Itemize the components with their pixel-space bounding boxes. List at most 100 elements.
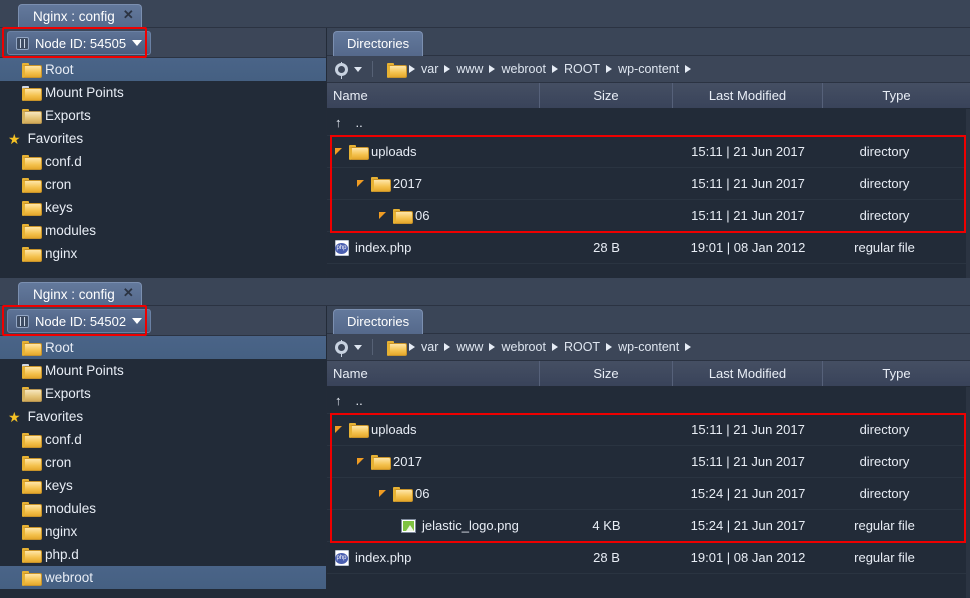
cell-name: uploads [327, 144, 540, 160]
tab-nginx-config[interactable]: Nginx : config ✕ [18, 4, 142, 28]
cell-name: 2017 [327, 176, 540, 192]
table-row[interactable]: jelastic_logo.png 4 KB 15:24 | 21 Jun 2017… [327, 510, 970, 542]
folder-exports-icon [22, 387, 38, 400]
node-toolbar: Node ID: 54505 [0, 27, 326, 58]
sidebar-item-exports[interactable]: Exports [0, 382, 326, 405]
file-name-label: uploads [371, 422, 417, 437]
breadcrumb-segment[interactable]: wp-content [618, 340, 679, 354]
sidebar-item-conf-d[interactable]: conf.d [0, 428, 326, 451]
expander-icon[interactable] [335, 148, 342, 155]
parent-dir-cell: ↑.. [327, 393, 540, 408]
sidebar-item-exports[interactable]: Exports [0, 104, 326, 127]
sidebar-item-label: nginx [45, 524, 78, 539]
chevron-right-icon [606, 65, 613, 73]
breadcrumb-segment[interactable]: ROOT [564, 62, 600, 76]
breadcrumb-segment[interactable]: webroot [501, 340, 545, 354]
table-row[interactable]: 06 15:11 | 21 Jun 2017 directory [327, 200, 970, 232]
breadcrumb-segment[interactable]: webroot [501, 62, 545, 76]
chevron-down-icon[interactable] [354, 66, 362, 72]
folder-icon [22, 155, 42, 170]
file-name-label: 2017 [393, 176, 422, 191]
parent-directory-row[interactable]: ↑.. [327, 109, 970, 136]
table-row[interactable]: 06 15:24 | 21 Jun 2017 directory [327, 478, 970, 510]
star-icon: ★ [8, 130, 21, 147]
column-header-size[interactable]: Size [540, 361, 673, 386]
sidebar-item-keys[interactable]: keys [0, 474, 326, 497]
column-header-mod[interactable]: Last Modified [673, 83, 823, 108]
gear-icon[interactable] [335, 61, 348, 76]
close-icon[interactable]: ✕ [123, 284, 134, 302]
tab-directories[interactable]: Directories [333, 31, 424, 56]
column-header-mod[interactable]: Last Modified [673, 361, 823, 386]
php-file-icon [335, 549, 349, 566]
table-row[interactable]: 2017 15:11 | 21 Jun 2017 directory [327, 446, 970, 478]
sidebar-item-mount-points[interactable]: Mount Points [0, 359, 326, 382]
folder-icon [22, 201, 42, 216]
table-row[interactable]: uploads 15:11 | 21 Jun 2017 directory [327, 414, 970, 446]
sidebar-item-conf-d[interactable]: conf.d [0, 150, 326, 173]
breadcrumb-segment[interactable]: wp-content [618, 62, 679, 76]
expander-icon[interactable] [379, 212, 386, 219]
sidebar-favorites-header[interactable]: ★ Favorites [0, 405, 326, 428]
close-icon[interactable]: ✕ [123, 6, 134, 24]
content-tabstrip: Directories [327, 28, 970, 56]
sidebar-item-cron[interactable]: cron [0, 173, 326, 196]
sidebar-item-nginx[interactable]: nginx [0, 520, 326, 543]
chevron-right-icon [685, 343, 692, 351]
file-manager-panel-2: Nginx : config ✕ Node ID: 54502 Root Mount P… [0, 278, 970, 598]
gear-icon[interactable] [335, 339, 348, 354]
breadcrumb-segment[interactable]: var [421, 62, 438, 76]
column-header-name[interactable]: Name [327, 361, 540, 386]
breadcrumb-segment[interactable]: var [421, 340, 438, 354]
sidebar-item-modules[interactable]: modules [0, 219, 326, 242]
folder-icon [349, 423, 369, 438]
table-row[interactable]: uploads 15:11 | 21 Jun 2017 directory [327, 136, 970, 168]
sidebar: Node ID: 54502 Root Mount Points Exports ★ Fa… [0, 305, 327, 598]
cell-type: directory [859, 454, 910, 469]
breadcrumb-segment[interactable]: ROOT [564, 340, 600, 354]
column-header-size[interactable]: Size [540, 83, 673, 108]
expander-icon[interactable] [357, 458, 364, 465]
scroll-gutter[interactable] [966, 387, 970, 598]
tab-directories[interactable]: Directories [333, 309, 424, 334]
sidebar-item-cron[interactable]: cron [0, 451, 326, 474]
expander-icon[interactable] [357, 180, 364, 187]
scroll-gutter[interactable] [966, 109, 970, 278]
table-row[interactable]: index.php 28 B 19:01 | 08 Jan 2012 regular … [327, 542, 970, 574]
sidebar-item-webroot[interactable]: webroot [0, 566, 326, 589]
sidebar-item-nginx[interactable]: nginx [0, 242, 326, 265]
sidebar: Node ID: 54505 Root Mount Points Exports ★ Fa… [0, 27, 327, 278]
column-header-name[interactable]: Name [327, 83, 540, 108]
tab-nginx-config[interactable]: Nginx : config ✕ [18, 282, 142, 306]
content-tab-label: Directories [347, 36, 410, 51]
file-name-label: 2017 [393, 454, 422, 469]
expander-icon[interactable] [379, 490, 386, 497]
sidebar-item-mount-points[interactable]: Mount Points [0, 81, 326, 104]
file-name-label: index.php [355, 550, 412, 565]
sidebar-item-root[interactable]: Root [0, 336, 326, 359]
parent-dir-label: .. [355, 114, 363, 130]
sidebar-favorites-header[interactable]: ★ Favorites [0, 127, 326, 150]
node-id-selector[interactable]: Node ID: 54505 [7, 31, 152, 55]
table-row[interactable]: index.php 28 B 19:01 | 08 Jan 2012 regular … [327, 232, 970, 264]
cell-modified: 19:01 | 08 Jan 2012 [690, 550, 806, 565]
file-name-label: uploads [371, 144, 417, 159]
chevron-down-icon[interactable] [354, 344, 362, 350]
content-area: Directories var www webroot ROOT wp-content Na… [327, 28, 970, 278]
panel-tabstrip: Nginx : config ✕ [0, 0, 970, 28]
root-folder-icon [387, 340, 407, 356]
parent-directory-row[interactable]: ↑.. [327, 387, 970, 414]
table-row[interactable]: 2017 15:11 | 21 Jun 2017 directory [327, 168, 970, 200]
folder-icon [22, 548, 42, 563]
expander-icon[interactable] [335, 426, 342, 433]
breadcrumb-segment[interactable]: www [456, 340, 483, 354]
sidebar-item-modules[interactable]: modules [0, 497, 326, 520]
node-id-selector[interactable]: Node ID: 54502 [7, 309, 152, 333]
sidebar-item-keys[interactable]: keys [0, 196, 326, 219]
column-header-type[interactable]: Type [823, 361, 970, 386]
column-header-type[interactable]: Type [823, 83, 970, 108]
sidebar-item-root[interactable]: Root [0, 58, 326, 81]
breadcrumb-segment[interactable]: www [456, 62, 483, 76]
content-area: Directories var www webroot ROOT wp-content Na… [327, 306, 970, 598]
sidebar-item-php-d[interactable]: php.d [0, 543, 326, 566]
